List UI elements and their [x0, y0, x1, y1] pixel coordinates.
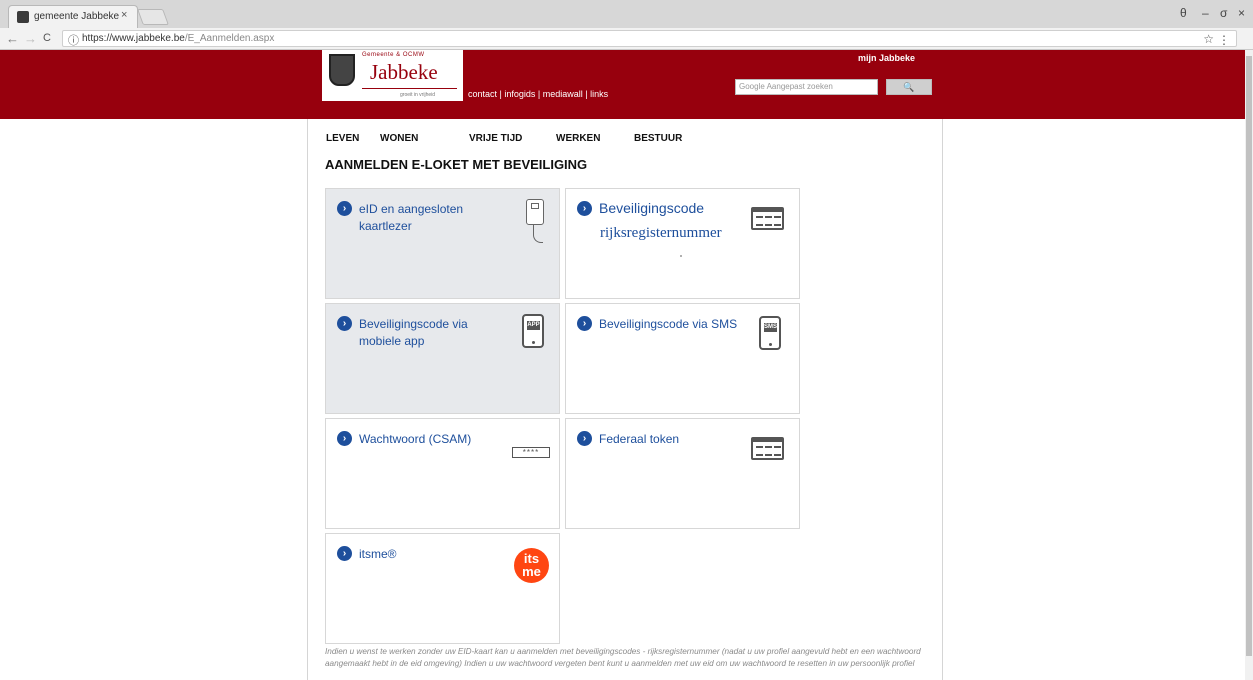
main-content: LEVEN WONEN VRIJE TIJD WERKEN BESTUUR AA…: [307, 119, 943, 680]
chevron-right-icon: ›: [577, 431, 592, 446]
tab-title: gemeente Jabbeke: [34, 11, 120, 22]
option-federal-token[interactable]: › Federaal token: [565, 418, 800, 529]
page-scrollbar[interactable]: [1245, 50, 1253, 680]
chevron-right-icon: ›: [337, 316, 352, 331]
tab-close-icon[interactable]: ×: [121, 9, 127, 21]
bookmark-star-icon[interactable]: ☆: [1203, 32, 1214, 46]
new-tab-button[interactable]: [137, 9, 169, 25]
phone-sms-icon: SMS: [759, 316, 781, 350]
option-app-label: Beveiligingscode via mobiele app: [359, 316, 468, 350]
url-path: /E_Aanmelden.aspx: [184, 33, 275, 44]
chevron-right-icon: ›: [577, 201, 592, 216]
link-mediawall[interactable]: mediawall: [543, 89, 583, 99]
mijn-jabbeke-link[interactable]: mijn Jabbeke: [858, 53, 915, 63]
itsme-logo-text: me: [522, 564, 541, 579]
browser-tab[interactable]: gemeente Jabbeke ×: [8, 5, 138, 28]
info-icon[interactable]: ⓘ: [68, 32, 79, 48]
url-domain: https://www.jabbeke.be: [82, 33, 185, 44]
maximize-button[interactable]: σ: [1220, 6, 1227, 20]
minimize-button[interactable]: –: [1202, 6, 1209, 20]
search-button[interactable]: 🔍: [886, 79, 932, 95]
cable-icon: [533, 225, 543, 243]
chevron-right-icon: ›: [337, 201, 352, 216]
close-window-button[interactable]: ×: [1238, 6, 1245, 20]
nav-item-leven[interactable]: LEVEN: [326, 133, 359, 144]
browser-toolbar: ← → C ⓘ https://www.jabbeke.be/E_Aanmeld…: [0, 28, 1253, 50]
option-code-rijksregister[interactable]: › Beveiligingscode rijksregisternummer: [565, 188, 800, 299]
token-card-icon: [751, 437, 784, 460]
chevron-right-icon: ›: [337, 431, 352, 446]
browser-menu-icon[interactable]: ⋮: [1218, 33, 1230, 47]
decorative-dot: [680, 255, 682, 257]
password-field-icon: ****: [512, 447, 550, 458]
option-itsme[interactable]: › itsme® its me: [325, 533, 560, 644]
option-sms-label: Beveiligingscode via SMS: [599, 317, 738, 331]
address-bar[interactable]: ⓘ https://www.jabbeke.be/E_Aanmelden.asp…: [62, 30, 1237, 47]
reload-icon[interactable]: C: [43, 32, 51, 44]
option-token-label: Federaal token: [599, 432, 680, 446]
link-separator: |: [535, 89, 543, 99]
chevron-right-icon: ›: [577, 316, 592, 331]
label-line: mobiele app: [359, 334, 425, 348]
option-eid[interactable]: › eID en aangesloten kaartlezer: [325, 188, 560, 299]
option-code-sub: rijksregisternummer: [600, 225, 722, 241]
label-line: kaartlezer: [359, 219, 412, 233]
url-text: https://www.jabbeke.be/E_Aanmelden.aspx: [82, 33, 274, 44]
logo-name: Jabbeke: [370, 60, 438, 84]
search-input[interactable]: Google Aangepast zoeken: [735, 79, 878, 95]
link-contact[interactable]: contact: [468, 89, 497, 99]
site-logo[interactable]: Gemeente & OCMW Jabbeke groeit in vrijhe…: [322, 50, 463, 101]
logo-divider: [362, 88, 457, 89]
option-code-label: Beveiligingscode: [599, 200, 705, 216]
account-icon[interactable]: θ: [1180, 6, 1187, 20]
header-links: contact | infogids | mediawall | links: [468, 89, 608, 99]
option-mobile-app[interactable]: › Beveiligingscode via mobiele app APP: [325, 303, 560, 414]
logo-top-text: Gemeente & OCMW: [362, 52, 425, 58]
phone-app-icon: APP: [522, 314, 544, 348]
favicon-icon: [17, 11, 29, 23]
option-sms[interactable]: › Beveiligingscode via SMS SMS: [565, 303, 800, 414]
option-csam-label: Wachtwoord (CSAM): [359, 432, 472, 446]
card-reader-icon: [526, 199, 544, 225]
site-header: Gemeente & OCMW Jabbeke groeit in vrijhe…: [0, 50, 1245, 119]
app-icon-text: APP: [527, 321, 540, 330]
browser-tabbar: gemeente Jabbeke × θ – σ ×: [0, 0, 1253, 28]
back-icon[interactable]: ←: [6, 31, 19, 46]
info-text: Indien u wenst te werken zonder uw EID-k…: [325, 647, 921, 668]
sms-icon-text: SMS: [764, 323, 778, 332]
code-card-icon: [751, 207, 784, 230]
chevron-right-icon: ›: [337, 546, 352, 561]
itsme-logo-icon: its me: [514, 548, 549, 583]
label-line: eID en aangesloten: [359, 202, 464, 216]
forward-icon[interactable]: →: [24, 31, 37, 46]
option-itsme-label: itsme®: [359, 547, 397, 561]
option-eid-label: eID en aangesloten kaartlezer: [359, 201, 463, 235]
label-line: Beveiligingscode via: [359, 317, 468, 331]
nav-item-bestuur[interactable]: BESTUUR: [634, 133, 682, 144]
nav-item-vrije-tijd[interactable]: VRIJE TIJD: [469, 133, 522, 144]
logo-tagline: groeit in vrijheid: [400, 92, 436, 98]
scrollbar-thumb[interactable]: [1246, 56, 1252, 656]
link-links[interactable]: links: [590, 89, 608, 99]
option-csam-password[interactable]: › Wachtwoord (CSAM) ****: [325, 418, 560, 529]
coat-of-arms-icon: [329, 54, 355, 86]
nav-item-wonen[interactable]: WONEN: [380, 133, 418, 144]
page-title: AANMELDEN E-LOKET MET BEVEILIGING: [325, 157, 588, 172]
link-infogids[interactable]: infogids: [504, 89, 535, 99]
nav-item-werken[interactable]: WERKEN: [556, 133, 600, 144]
